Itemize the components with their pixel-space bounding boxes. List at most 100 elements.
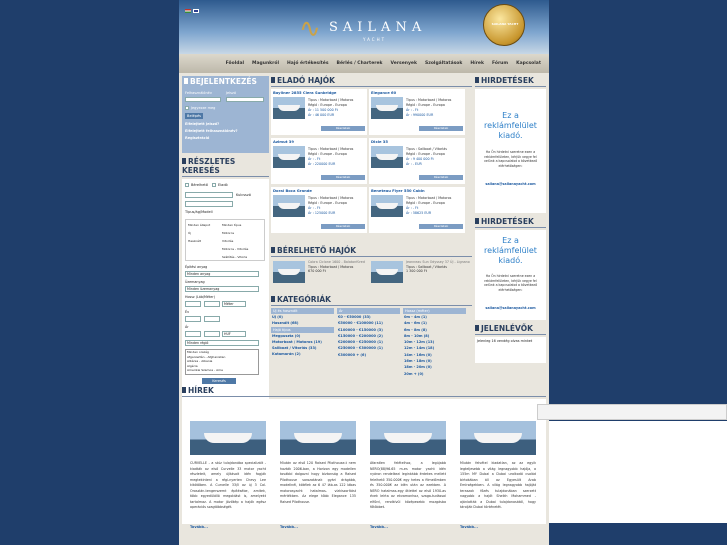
read-more-link[interactable]: Tovább... [370, 525, 388, 529]
read-more-link[interactable]: Tovább... [190, 525, 208, 529]
radio-motor[interactable]: Motoros [222, 231, 234, 235]
sale-item[interactable]: Azimut 39 Típus : Motorboat / Motoros Rég… [271, 138, 367, 184]
flag-hu-icon[interactable] [185, 9, 191, 13]
nav-about[interactable]: Magunkról [248, 61, 283, 66]
ship-name[interactable]: Beneteau Flyer 550 Cabin [371, 189, 425, 193]
details-button[interactable]: Részletek [419, 224, 463, 229]
ship-photo[interactable] [371, 261, 403, 283]
sale-checkbox[interactable] [212, 183, 216, 187]
radio-new[interactable]: Új [188, 231, 191, 235]
sale-item[interactable]: Beneteau Flyer 550 Cabin Típus : Motorbo… [369, 187, 465, 233]
radio-transport[interactable]: Szállítás - Vitorla [222, 255, 247, 259]
language-flags [185, 9, 199, 13]
ship-details: Típus : Motorboat / Motoros Régió : Europ… [308, 98, 354, 117]
price-to-input[interactable] [204, 331, 220, 337]
details-button[interactable]: Részletek [419, 175, 463, 180]
rent-checkbox[interactable] [185, 183, 189, 187]
rent-item[interactable]: Jeanneau Sun Odyssey 37 ÚJ - Lignano Típu… [369, 259, 470, 293]
ship-name[interactable]: Doral Boca Grande [273, 189, 312, 193]
ship-photo[interactable] [273, 261, 305, 283]
sale-item[interactable]: Dixie 35 Típus : Sailboat / Vitorlás Régi… [369, 138, 465, 184]
nav-contact[interactable]: Kapcsolat [512, 61, 545, 66]
country-list[interactable]: Minden ország Afganisztán - Afghanistan … [185, 349, 259, 375]
engine-select[interactable]: Minden üzemanyag [185, 286, 259, 292]
register-link[interactable]: Regisztráció [185, 136, 209, 140]
sale-item[interactable]: Doral Boca Grande Típus : Motorboat / Mo… [271, 187, 367, 233]
radio-used[interactable]: Használt [188, 239, 201, 243]
length-to-input[interactable] [204, 301, 220, 307]
keyword-input[interactable] [185, 192, 233, 198]
login-button[interactable]: Belépés [185, 113, 203, 119]
length-unit-select[interactable]: Méter [222, 301, 246, 307]
nav-races[interactable]: Versenyek [387, 61, 421, 66]
nav-home[interactable]: Főoldal [222, 61, 248, 66]
currency-select[interactable]: HUF [222, 331, 246, 337]
search-button[interactable]: Keresés [202, 378, 236, 384]
sale-label: Eladó [218, 183, 228, 187]
remember-checkbox[interactable] [185, 106, 189, 110]
ship-name[interactable]: Elegance 60 [371, 91, 396, 95]
ad-email-link[interactable]: sailana@sailanayacht.com [475, 182, 546, 186]
sale-item[interactable]: Elegance 60 Típus : Motorboat / Motoros R… [369, 89, 465, 135]
nav-services[interactable]: Szolgáltatások [421, 61, 466, 66]
ad-email-link[interactable]: sailana@sailanayacht.com [475, 306, 546, 310]
year-from-input[interactable] [185, 316, 201, 322]
price-from-input[interactable] [185, 331, 201, 337]
forgot-username-link[interactable]: Elfelejtett felhasználónév? [185, 129, 238, 133]
news-photo[interactable] [280, 421, 356, 455]
length-from-input[interactable] [185, 301, 201, 307]
details-button[interactable]: Részletek [419, 126, 463, 131]
ship-name[interactable]: Azimut 39 [273, 140, 294, 144]
price-label: Ár [185, 325, 189, 329]
right-column: HIRDETÉSEK Ez a reklámfelület kiadó. Ha … [475, 76, 546, 363]
sale-title: ELADÓ HAJÓK [271, 76, 472, 87]
details-button[interactable]: Részletek [321, 224, 365, 229]
details-button[interactable]: Részletek [321, 175, 365, 180]
read-more-link[interactable]: Tovább... [460, 525, 478, 529]
ship-photo[interactable] [273, 195, 305, 217]
password-input[interactable] [226, 97, 264, 102]
material-select[interactable]: Minden anyag [185, 271, 259, 277]
news-photo[interactable] [190, 421, 266, 455]
news-photo[interactable] [370, 421, 446, 455]
news-text: CURVELLE - a stúz tulajdonába specializá… [190, 461, 266, 509]
ad-box: Ez a reklámfelület kiadó. Ha Ön hirdetni… [475, 230, 546, 320]
ship-photo[interactable] [273, 97, 305, 119]
categories-title: KATEGÓRIÁK [271, 295, 472, 306]
radio-sail[interactable]: Vitorlás [222, 239, 233, 243]
nav-forum[interactable]: Fórum [488, 61, 512, 66]
year-to-input[interactable] [204, 316, 220, 322]
sale-item[interactable]: Bayliner 2855 Ciera Sunbridge Típus : Mo… [271, 89, 367, 135]
nav-news[interactable]: Hírek [466, 61, 488, 66]
radio-motor-sail[interactable]: Motoros - Vitorlás [222, 247, 248, 251]
flag-en-icon[interactable] [193, 9, 199, 13]
category-link[interactable]: €300000 + (6) [337, 352, 400, 358]
ship-photo[interactable] [371, 195, 403, 217]
news-photo[interactable] [460, 421, 536, 455]
model-input[interactable] [185, 201, 233, 207]
ship-name[interactable]: Bayliner 2855 Ciera Sunbridge [273, 91, 336, 95]
rent-label: Bérelhető [191, 183, 208, 187]
category-link[interactable]: Katamarán (2) [271, 351, 334, 357]
forgot-password-link[interactable]: Elfelejtett jelszó? [185, 122, 219, 126]
ship-name[interactable]: Dixie 35 [371, 140, 388, 144]
username-input[interactable] [185, 97, 221, 102]
details-button[interactable]: Részletek [321, 126, 365, 131]
ad-box: Ez a reklámfelület kiadó. Ha Ön hirdetni… [475, 89, 546, 213]
ship-photo[interactable] [371, 97, 403, 119]
ship-photo[interactable] [371, 146, 403, 168]
nav-charter[interactable]: Bérlés / Charterek [333, 61, 387, 66]
rent-item[interactable]: Cobra Ciclone 1600 - Balatonfüred Típus :… [271, 259, 367, 293]
radio-all-type[interactable]: Minden típus [222, 223, 241, 227]
ship-photo[interactable] [273, 146, 305, 168]
site-logo[interactable]: ∿ SAILANA YACHT [299, 8, 449, 44]
category-link[interactable]: 20m + (0) [403, 371, 466, 377]
news-item: CURVELLE - a stúz tulajdonába specializá… [182, 421, 266, 541]
material-label: Építési anyag [185, 265, 208, 269]
radio-all-condition[interactable]: Minden állapot [188, 223, 210, 227]
list-item[interactable]: Amerikai Szamoa - Ame [187, 368, 258, 373]
nav-sales[interactable]: Hajó értékesítés [283, 61, 333, 66]
region-select[interactable]: Minden régió [185, 340, 259, 346]
read-more-link[interactable]: Tovább... [280, 525, 298, 529]
news-grid: CURVELLE - a stúz tulajdonába specializá… [182, 399, 546, 529]
